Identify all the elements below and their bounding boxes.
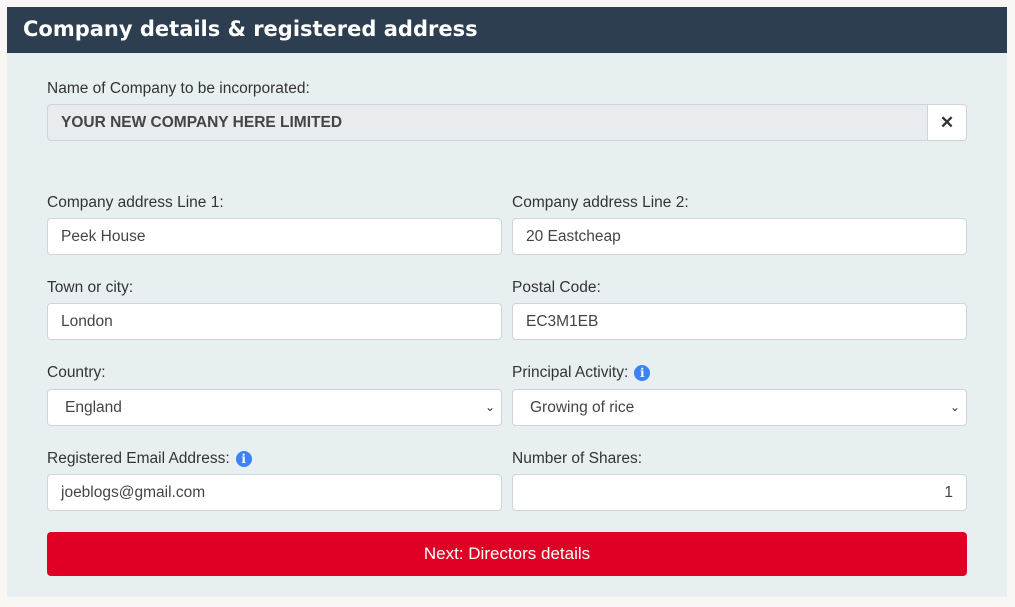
- country-label: Country:: [47, 364, 106, 381]
- label-text: Principal Activity:: [512, 364, 629, 381]
- address1-input[interactable]: Peek House: [47, 218, 502, 255]
- shares-input[interactable]: 1: [512, 474, 967, 511]
- company-details-panel: Company details & registered address Nam…: [7, 7, 1007, 597]
- label-text: Registered Email Address:: [47, 450, 230, 467]
- address2-label: Company address Line 2:: [512, 194, 689, 211]
- shares-label: Number of Shares:: [512, 450, 643, 467]
- info-icon[interactable]: i: [634, 365, 651, 381]
- chevron-down-icon: ⌄: [949, 400, 960, 414]
- label-text: Name of Company to be incorporated:: [47, 80, 310, 97]
- country-select[interactable]: England ⌄: [47, 389, 502, 426]
- email-label: Registered Email Address: i: [47, 450, 502, 468]
- info-icon[interactable]: i: [235, 451, 252, 467]
- company-name-label: Name of Company to be incorporated:: [47, 80, 310, 98]
- country-value: England: [65, 399, 122, 416]
- next-directors-button[interactable]: Next: Directors details: [47, 532, 967, 576]
- email-input[interactable]: joeblogs@gmail.com: [47, 474, 502, 511]
- town-input[interactable]: London: [47, 303, 502, 340]
- town-label: Town or city:: [47, 279, 134, 296]
- company-name-input[interactable]: YOUR NEW COMPANY HERE LIMITED: [47, 104, 928, 141]
- section-title: Company details & registered address: [7, 7, 1007, 53]
- address1-label: Company address Line 1:: [47, 194, 224, 211]
- activity-value: Growing of rice: [530, 399, 635, 416]
- activity-label: Principal Activity: i: [512, 364, 967, 382]
- postal-label: Postal Code:: [512, 279, 601, 296]
- activity-select[interactable]: Growing of rice ⌄: [512, 389, 967, 426]
- chevron-down-icon: ⌄: [484, 400, 495, 414]
- postal-input[interactable]: EC3M1EB: [512, 303, 967, 340]
- clear-name-button[interactable]: ✕: [927, 104, 967, 141]
- address2-input[interactable]: 20 Eastcheap: [512, 218, 967, 255]
- close-icon: ✕: [939, 113, 955, 132]
